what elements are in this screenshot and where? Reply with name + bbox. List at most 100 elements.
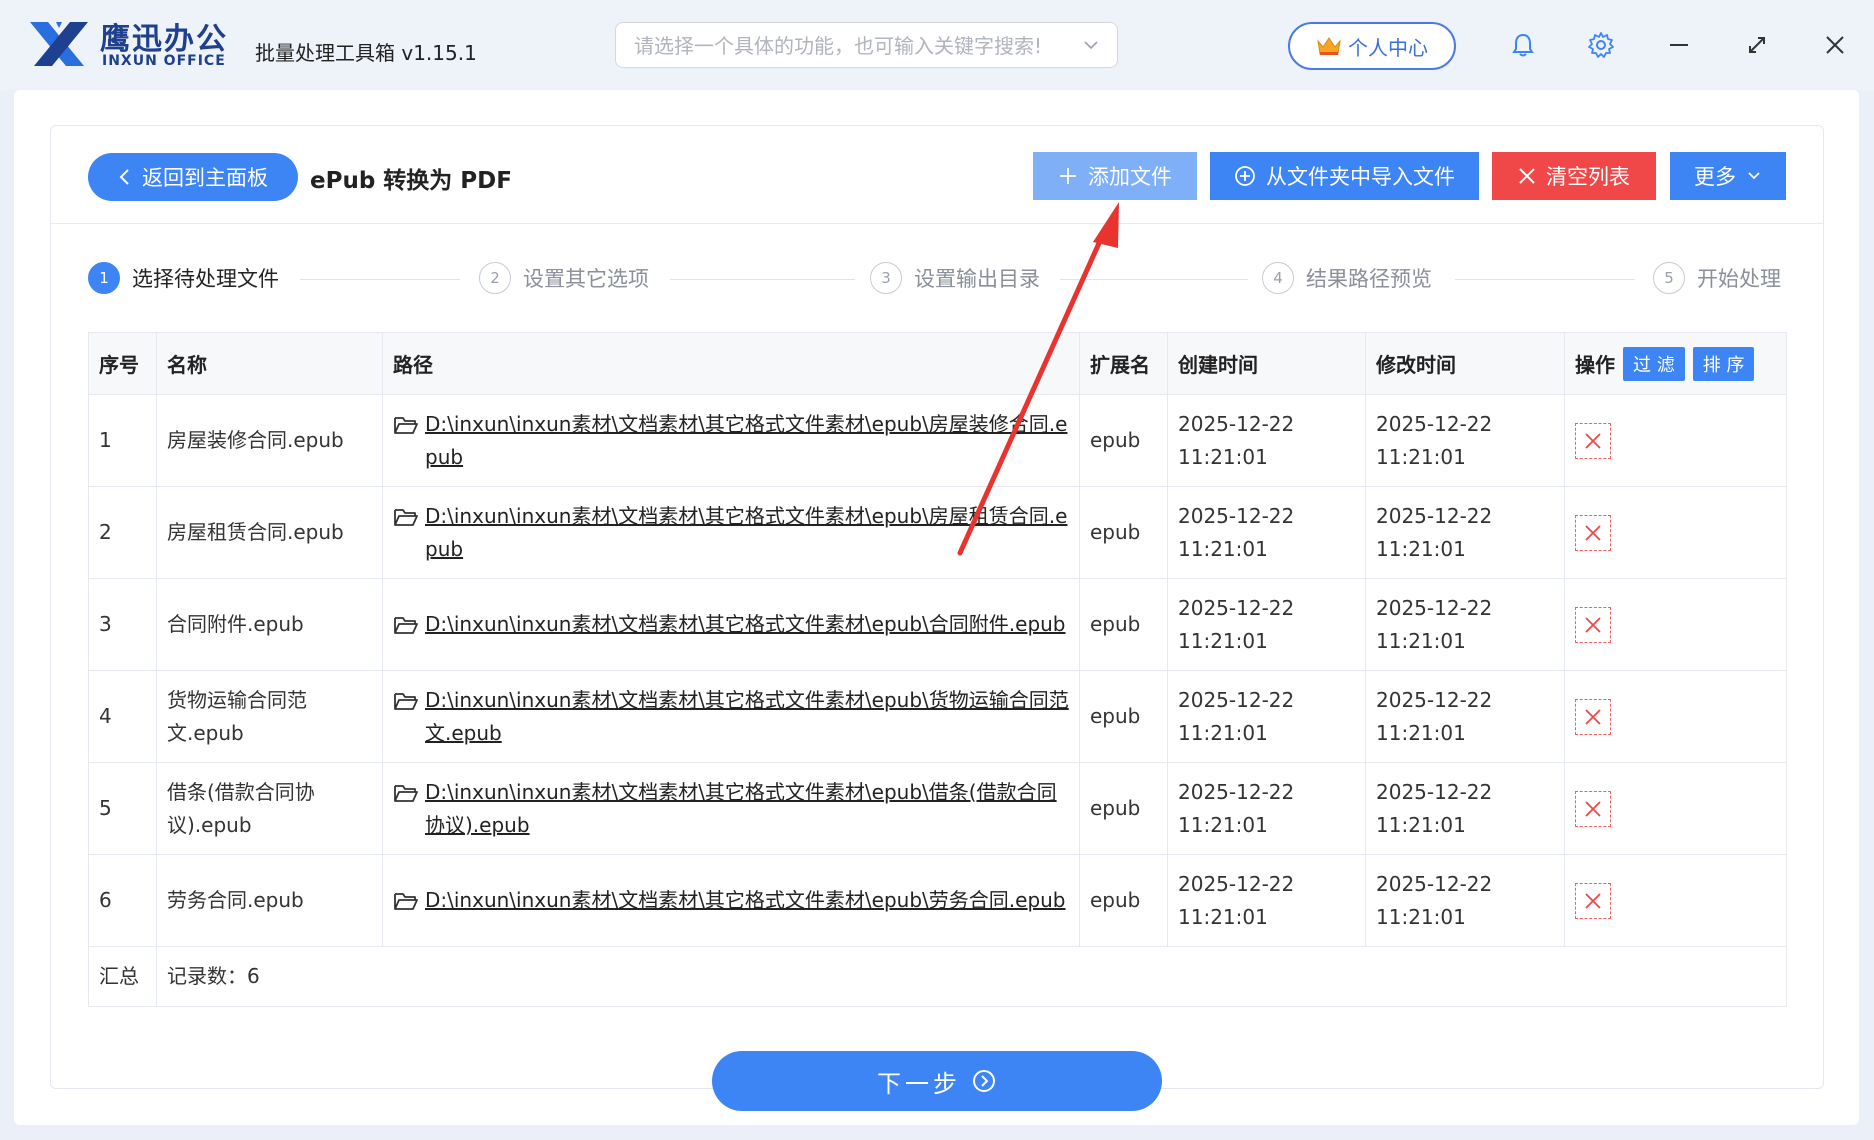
- bell-icon[interactable]: [1508, 30, 1538, 60]
- row-ops: [1564, 854, 1787, 947]
- file-ext: epub: [1079, 486, 1168, 579]
- row-ops: [1564, 578, 1787, 671]
- plus-circle-icon: [1235, 166, 1255, 186]
- step-select-files: 1 选择待处理文件: [88, 262, 279, 294]
- close-icon: [1585, 800, 1601, 817]
- file-created: 2025-12-22 11:21:01: [1167, 854, 1366, 947]
- row-ops: [1564, 670, 1787, 763]
- step-label: 结果路径预览: [1306, 267, 1432, 291]
- column-header-index: 序号: [88, 332, 157, 395]
- step-label: 开始处理: [1697, 267, 1781, 291]
- delete-row-button[interactable]: [1575, 790, 1611, 827]
- step-connector: [300, 279, 460, 280]
- user-center-button[interactable]: 个人中心: [1288, 22, 1456, 70]
- file-name: 借条(借款合同协议).epub: [156, 762, 383, 855]
- row-ops: [1564, 394, 1787, 487]
- maximize-icon[interactable]: [1742, 30, 1772, 60]
- gear-icon[interactable]: [1586, 30, 1616, 60]
- row-index: 6: [88, 854, 157, 947]
- column-header-created: 创建时间: [1167, 332, 1366, 395]
- file-name: 房屋租赁合同.epub: [156, 486, 383, 579]
- file-name: 货物运输合同范文.epub: [156, 670, 383, 763]
- minimize-icon[interactable]: [1664, 30, 1694, 60]
- filter-button[interactable]: 过 滤: [1623, 346, 1685, 381]
- search-input[interactable]: [634, 31, 1064, 61]
- close-icon: [1585, 616, 1601, 633]
- clear-list-button[interactable]: 清空列表: [1492, 152, 1656, 200]
- file-name: 劳务合同.epub: [156, 854, 383, 947]
- column-header-path: 路径: [382, 332, 1080, 395]
- clear-list-label: 清空列表: [1546, 165, 1630, 189]
- close-icon: [1585, 432, 1601, 449]
- folder-open-icon[interactable]: [393, 614, 419, 636]
- chevron-down-icon[interactable]: [1081, 35, 1101, 55]
- folder-open-icon[interactable]: [393, 414, 419, 436]
- step-connector: [670, 279, 855, 280]
- delete-row-button[interactable]: [1575, 606, 1611, 643]
- folder-open-icon[interactable]: [393, 890, 419, 912]
- column-header-ext: 扩展名: [1079, 332, 1168, 395]
- file-path-link[interactable]: D:\inxun\inxun素材\文档素材\其它格式文件素材\epub\房屋租赁…: [425, 500, 1069, 566]
- file-path-link[interactable]: D:\inxun\inxun素材\文档素材\其它格式文件素材\epub\合同附件…: [425, 608, 1066, 641]
- file-path-cell: D:\inxun\inxun素材\文档素材\其它格式文件素材\epub\房屋租赁…: [382, 486, 1080, 579]
- file-name: 房屋装修合同.epub: [156, 394, 383, 487]
- file-path-link[interactable]: D:\inxun\inxun素材\文档素材\其它格式文件素材\epub\房屋装修…: [425, 408, 1069, 474]
- file-path-link[interactable]: D:\inxun\inxun素材\文档素材\其它格式文件素材\epub\劳务合同…: [425, 884, 1066, 917]
- add-file-button[interactable]: 添加文件: [1033, 152, 1197, 200]
- back-label: 返回到主面板: [142, 166, 268, 190]
- next-step-button[interactable]: 下一步: [712, 1051, 1162, 1111]
- file-path-cell: D:\inxun\inxun素材\文档素材\其它格式文件素材\epub\货物运输…: [382, 670, 1080, 763]
- brand-name-en: INXUN OFFICE: [102, 53, 226, 69]
- file-name: 合同附件.epub: [156, 578, 383, 671]
- file-path-cell: D:\inxun\inxun素材\文档素材\其它格式文件素材\epub\房屋装修…: [382, 394, 1080, 487]
- title-bar: 鹰迅办公 INXUN OFFICE 批量处理工具箱 v1.15.1 个人中心: [0, 0, 1874, 90]
- summary-label: 汇总: [88, 946, 157, 1007]
- plus-icon: [1060, 168, 1076, 184]
- file-modified: 2025-12-22 11:21:01: [1365, 854, 1565, 947]
- delete-row-button[interactable]: [1575, 882, 1611, 919]
- inxun-logo-icon: [30, 22, 88, 66]
- file-ext: epub: [1079, 578, 1168, 671]
- sort-button[interactable]: 排 序: [1692, 346, 1755, 381]
- more-button[interactable]: 更多: [1670, 152, 1786, 200]
- row-index: 3: [88, 578, 157, 671]
- step-label: 设置其它选项: [523, 267, 649, 291]
- delete-row-button[interactable]: [1575, 698, 1611, 735]
- close-icon[interactable]: [1820, 30, 1850, 60]
- function-search[interactable]: [615, 22, 1118, 68]
- table-row: 6 劳务合同.epub D:\inxun\inxun素材\文档素材\其它格式文件…: [88, 854, 1787, 947]
- step-connector: [1060, 279, 1248, 280]
- file-path-cell: D:\inxun\inxun素材\文档素材\其它格式文件素材\epub\劳务合同…: [382, 854, 1080, 947]
- step-start: 5 开始处理: [1653, 262, 1781, 294]
- row-index: 2: [88, 486, 157, 579]
- step-number: 3: [870, 262, 902, 294]
- step-connector: [1455, 279, 1635, 280]
- row-index: 1: [88, 394, 157, 487]
- delete-row-button[interactable]: [1575, 514, 1611, 551]
- close-icon: [1585, 524, 1601, 541]
- folder-open-icon[interactable]: [393, 690, 419, 712]
- step-other-options: 2 设置其它选项: [479, 262, 649, 294]
- delete-row-button[interactable]: [1575, 422, 1611, 459]
- back-to-home-button[interactable]: 返回到主面板: [88, 153, 298, 201]
- step-number: 4: [1262, 262, 1294, 294]
- folder-open-icon[interactable]: [393, 782, 419, 804]
- file-path-link[interactable]: D:\inxun\inxun素材\文档素材\其它格式文件素材\epub\货物运输…: [425, 684, 1069, 750]
- app-title: 批量处理工具箱 v1.15.1: [255, 41, 477, 65]
- file-created: 2025-12-22 11:21:01: [1167, 762, 1366, 855]
- ops-label: 操作: [1575, 353, 1615, 377]
- file-path-cell: D:\inxun\inxun素材\文档素材\其它格式文件素材\epub\合同附件…: [382, 578, 1080, 671]
- column-header-modified: 修改时间: [1365, 332, 1565, 395]
- step-number: 5: [1653, 262, 1685, 294]
- file-path-cell: D:\inxun\inxun素材\文档素材\其它格式文件素材\epub\借条(借…: [382, 762, 1080, 855]
- step-label: 设置输出目录: [914, 267, 1040, 291]
- file-path-link[interactable]: D:\inxun\inxun素材\文档素材\其它格式文件素材\epub\借条(借…: [425, 776, 1069, 842]
- chevron-left-icon: [119, 169, 129, 185]
- file-created: 2025-12-22 11:21:01: [1167, 578, 1366, 671]
- import-folder-button[interactable]: 从文件夹中导入文件: [1210, 152, 1479, 200]
- file-ext: epub: [1079, 394, 1168, 487]
- file-created: 2025-12-22 11:21:01: [1167, 394, 1366, 487]
- crown-icon: [1317, 37, 1341, 55]
- folder-open-icon[interactable]: [393, 506, 419, 528]
- file-ext: epub: [1079, 854, 1168, 947]
